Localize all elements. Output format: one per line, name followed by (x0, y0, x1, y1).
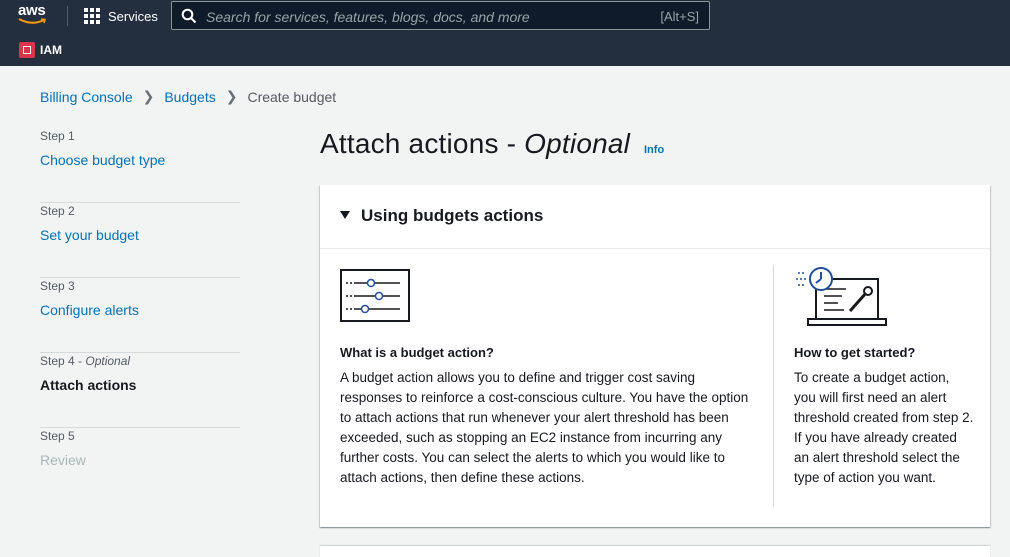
step-link-configure-alerts[interactable]: Configure alerts (40, 302, 240, 318)
breadcrumb-current: Create budget (247, 88, 337, 105)
chevron-right-icon: ❯ (225, 88, 238, 104)
step-link-set-your-budget[interactable]: Set your budget (40, 227, 240, 243)
chevron-right-icon: ❯ (142, 88, 155, 104)
step-number: Step 1 (40, 129, 75, 143)
budget-action-info: What is a budget action? A budget action… (340, 269, 750, 488)
laptop-tools-illustration-icon (796, 267, 887, 326)
search-placeholder: Search for services, features, blogs, do… (206, 9, 530, 25)
budget-action-question: What is a budget action? (340, 345, 494, 360)
settings-sliders-illustration-icon (340, 269, 410, 322)
service-shortcut-bar: IAM (0, 38, 62, 62)
search-shortcut-hint: [Alt+S] (660, 9, 699, 24)
get-started-description: To create a budget action, you will firs… (794, 370, 974, 485)
aws-smile-icon (18, 18, 47, 24)
budget-action-description: A budget action allows you to define and… (340, 370, 749, 485)
column-divider (773, 265, 774, 507)
wizard-step-5: Step 5 Review (40, 428, 240, 503)
get-started-info: How to get started? To create a budget a… (794, 265, 974, 488)
panel-heading: Using budgets actions (361, 206, 544, 225)
services-label: Services (108, 8, 158, 24)
budget-actions-panel: Using budgets actions What is a budget a… (320, 185, 990, 527)
iam-service-icon (19, 42, 35, 58)
global-search-input[interactable]: Search for services, features, blogs, do… (171, 1, 710, 30)
nav-divider (67, 6, 68, 26)
page-title: Attach actions - Optional (320, 128, 630, 160)
info-link[interactable]: Info (644, 144, 664, 156)
services-menu-button[interactable]: Services (84, 6, 158, 26)
next-panel-edge (320, 546, 990, 557)
step-number-text: Step 4 - (40, 354, 86, 368)
grid-menu-icon (84, 8, 100, 24)
breadcrumb-billing-console[interactable]: Billing Console (40, 89, 133, 105)
step-number: Step 2 (40, 204, 75, 218)
wizard-steps: Step 1 Choose budget type Step 2 Set you… (40, 128, 240, 503)
step-link-choose-budget-type[interactable]: Choose budget type (40, 152, 240, 168)
step-number: Step 3 (40, 279, 75, 293)
breadcrumb: Billing Console ❯ Budgets ❯ Create budge… (40, 88, 336, 105)
wizard-step-1: Step 1 Choose budget type (40, 128, 240, 203)
aws-logo[interactable]: aws (18, 3, 50, 27)
step-current-attach-actions: Attach actions (40, 377, 137, 393)
wizard-step-2: Step 2 Set your budget (40, 203, 240, 278)
top-nav-row: aws Services Search for services, featur… (0, 0, 1010, 32)
wizard-step-4: Step 4 - Optional Attach actions (40, 353, 240, 428)
iam-shortcut[interactable]: IAM (40, 43, 62, 57)
page-title-optional: Optional (524, 128, 631, 159)
wizard-step-3: Step 3 Configure alerts (40, 278, 240, 353)
get-started-question: How to get started? (794, 345, 916, 360)
caret-down-icon (340, 211, 350, 219)
step-number: Step 5 (40, 429, 75, 443)
step-optional-label: Optional (85, 354, 131, 368)
top-navigation: aws Services Search for services, featur… (0, 0, 1010, 66)
panel-header-toggle[interactable]: Using budgets actions (320, 185, 990, 249)
breadcrumb-budgets[interactable]: Budgets (164, 89, 215, 105)
step-number: Step 4 - Optional (40, 354, 240, 368)
page-title-text: Attach actions - (320, 128, 525, 159)
step-review-disabled: Review (40, 452, 86, 468)
search-icon (181, 8, 197, 24)
